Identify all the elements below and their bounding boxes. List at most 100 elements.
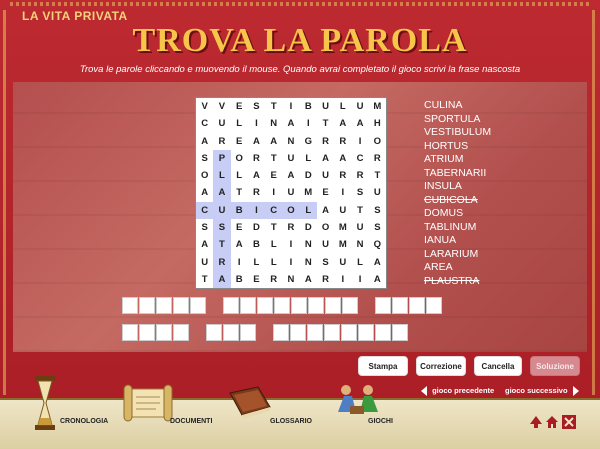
grid-cell[interactable]: M [300,184,317,201]
grid-cell[interactable]: I [247,201,266,219]
grid-cell[interactable]: O [369,133,386,150]
grid-cell[interactable]: I [282,253,299,270]
grid-cell[interactable]: I [334,184,351,201]
grid-cell[interactable]: R [317,133,334,150]
grid-cell[interactable]: M [369,98,386,115]
letter-box[interactable] [206,324,222,341]
grid-cell[interactable]: B [231,271,248,288]
grid-cell[interactable]: T [317,115,334,132]
solution-button[interactable]: Soluzione [530,356,580,376]
grid-cell[interactable]: T [231,184,248,201]
footer-giochi-label[interactable]: GIOCHI [368,418,393,425]
grid-cell[interactable]: R [351,167,368,184]
grid-cell[interactable]: E [231,98,248,115]
letter-box[interactable] [240,324,256,341]
grid-cell[interactable]: C [196,201,214,219]
grid-cell[interactable]: C [196,115,213,132]
grid-cell[interactable]: L [299,201,317,219]
grid-cell[interactable]: T [196,271,213,288]
letter-box[interactable] [223,324,239,341]
grid-cell[interactable]: I [351,271,368,288]
grid-cell[interactable]: T [369,167,386,184]
grid-cell[interactable]: R [317,271,334,288]
grid-cell[interactable]: T [213,236,231,254]
letter-box[interactable] [223,297,239,314]
letter-box[interactable] [358,324,374,341]
grid-cell[interactable]: U [213,115,230,132]
grid-cell[interactable]: B [300,98,317,115]
grid-cell[interactable]: A [369,271,386,288]
grid-cell[interactable]: N [300,236,317,253]
hourglass-icon[interactable] [34,376,56,430]
grid-cell[interactable]: A [282,167,299,184]
grid-cell[interactable]: O [196,167,213,184]
grid-cell[interactable]: N [351,236,368,253]
letter-box[interactable] [190,297,206,314]
grid-cell[interactable]: V [213,98,230,115]
grid-cell[interactable]: S [248,98,265,115]
grid-cell[interactable]: E [248,271,265,288]
hidden-phrase-line-1[interactable] [122,297,456,314]
grid-cell[interactable]: C [265,201,283,219]
grid-cell[interactable]: S [317,253,334,270]
letter-box[interactable] [307,324,323,341]
grid-cell[interactable]: A [317,202,334,219]
grid-cell[interactable]: S [369,219,386,236]
grid-cell[interactable]: T [265,150,282,167]
grid-cell[interactable]: D [300,219,317,236]
grid-cell[interactable]: U [196,253,213,270]
grid-cell[interactable]: N [282,271,299,288]
grid-cell[interactable]: A [265,133,282,150]
letter-box[interactable] [173,297,189,314]
letter-box[interactable] [240,297,256,314]
grid-cell[interactable]: E [231,133,248,150]
grid-cell[interactable]: A [369,253,386,270]
grid-cell[interactable]: I [300,115,317,132]
grid-cell[interactable]: I [282,98,299,115]
grid-cell[interactable]: A [196,236,213,253]
letter-box[interactable] [139,297,155,314]
letter-box[interactable] [392,297,408,314]
grid-cell[interactable]: I [248,115,265,132]
grid-cell[interactable]: S [351,184,368,201]
up-arrow-icon[interactable] [529,415,543,434]
footer-documenti-label[interactable]: DOCUMENTI [170,418,212,425]
grid-cell[interactable]: U [351,98,368,115]
grid-cell[interactable]: V [196,98,213,115]
letter-box[interactable] [139,324,155,341]
clear-button[interactable]: Cancella [474,356,522,376]
grid-cell[interactable]: E [317,184,334,201]
grid-cell[interactable]: S [196,219,213,236]
grid-cell[interactable]: M [334,219,351,236]
grid-cell[interactable]: I [282,236,299,253]
grid-cell[interactable]: A [282,115,299,132]
grid-cell[interactable]: E [265,167,282,184]
letter-box[interactable] [273,324,289,341]
grid-cell[interactable]: B [248,236,265,253]
grid-cell[interactable]: R [282,219,299,236]
grid-cell[interactable]: A [213,184,231,202]
grid-cell[interactable]: L [231,167,248,184]
letter-box[interactable] [173,324,189,341]
grid-cell[interactable]: R [248,150,265,167]
grid-cell[interactable]: R [334,133,351,150]
grid-cell[interactable]: A [300,271,317,288]
hidden-phrase-line-2[interactable] [122,324,422,341]
grid-cell[interactable]: S [213,218,231,237]
grid-cell[interactable]: E [231,219,248,236]
grid-cell[interactable]: T [265,98,282,115]
grid-cell[interactable]: R [213,133,230,150]
grid-cell[interactable]: A [231,236,248,253]
grid-cell[interactable]: B [230,201,248,219]
grid-cell[interactable]: G [300,133,317,150]
grid-cell[interactable]: L [351,253,368,270]
grid-cell[interactable]: S [196,150,213,167]
grid-cell[interactable]: N [300,253,317,270]
grid-cell[interactable]: R [265,271,282,288]
grid-cell[interactable]: L [300,150,317,167]
grid-cell[interactable]: N [265,115,282,132]
letter-box[interactable] [342,297,358,314]
grid-cell[interactable]: A [334,115,351,132]
letter-box[interactable] [291,297,307,314]
grid-cell[interactable]: U [369,184,386,201]
